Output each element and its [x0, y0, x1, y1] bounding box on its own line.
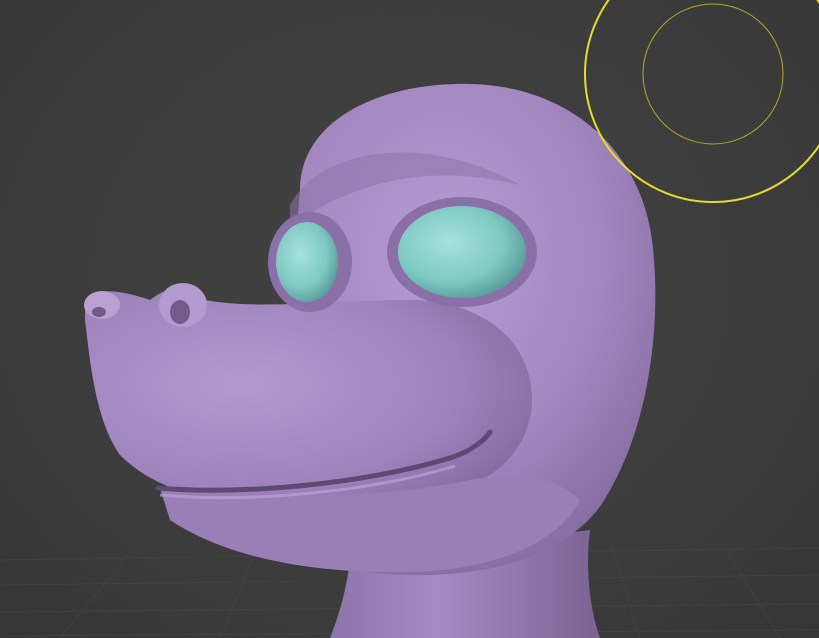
- nostril-left-hole: [92, 307, 106, 317]
- nostril-right-hole: [170, 300, 190, 324]
- brush-inner-ring: [642, 3, 784, 145]
- eye-left: [276, 222, 338, 302]
- eye-right: [398, 206, 526, 298]
- viewport-canvas[interactable]: [0, 0, 819, 638]
- model-snout: [85, 286, 532, 503]
- sculpt-viewport[interactable]: [0, 0, 819, 638]
